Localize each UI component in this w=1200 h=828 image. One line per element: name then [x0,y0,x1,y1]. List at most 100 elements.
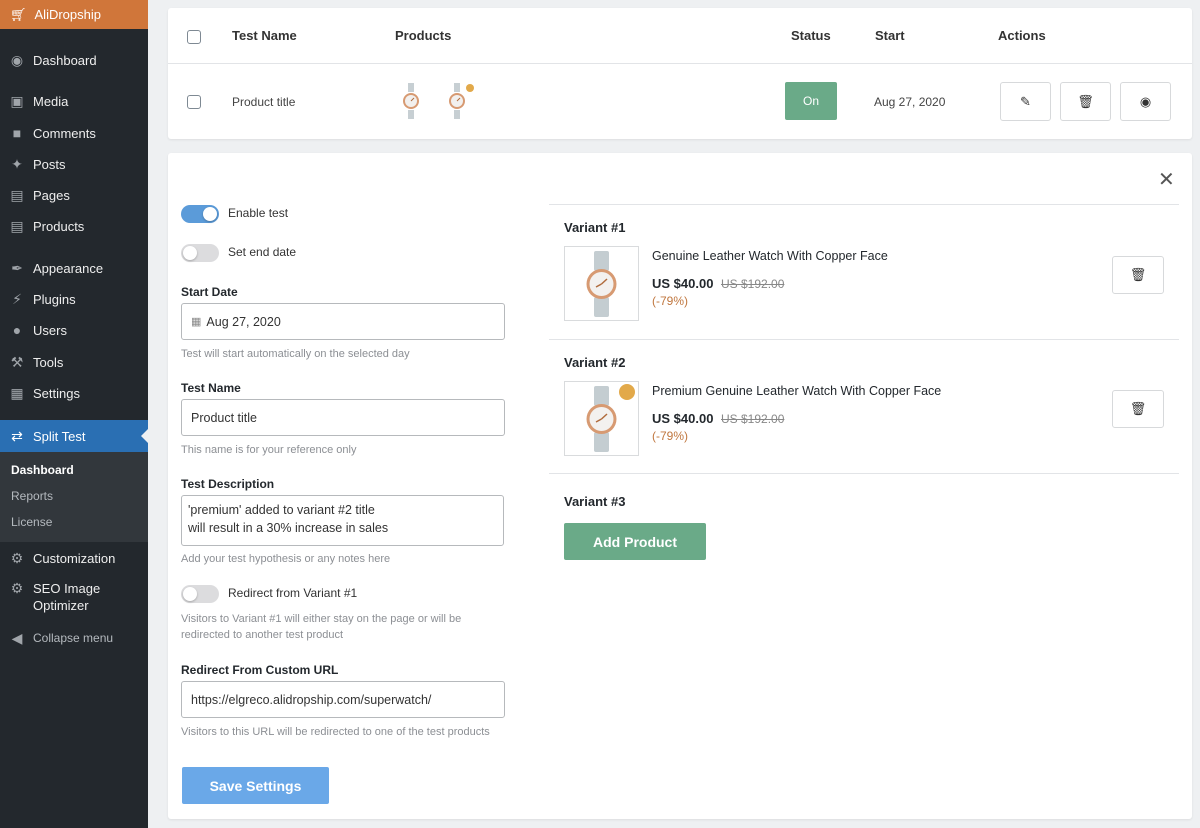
sidebar-item-label: SEO Image Optimizer [33,581,101,613]
preview-button[interactable]: ◉ [1120,82,1171,121]
test-description-textarea[interactable]: 'premium' added to variant #2 title will… [181,495,504,546]
product-thumb-1 [403,83,419,119]
toggle-knob [183,587,197,601]
sidebar-item-label: Pages [33,187,70,203]
variant-discount: (-79%) [652,294,689,308]
product-thumb-2 [449,83,474,119]
delete-variant-button[interactable]: 🗑︎ [1112,256,1164,294]
sidebar-item-label: Split Test [33,428,86,444]
sidebar-item-split-test[interactable]: ⇄ Split Test [0,420,148,452]
sidebar-item-plugins[interactable]: ⚡︎ Plugins [0,286,148,312]
sidebar-item-appearance[interactable]: ✒ Appearance [0,255,148,281]
sidebar-item-tools[interactable]: ⚒︎ Tools [0,349,148,375]
test-name-input[interactable]: Product title [181,399,505,436]
status-on-button[interactable]: On [785,82,837,120]
brush-icon: ✒ [11,259,23,276]
col-header-test-name[interactable]: Test Name [232,28,297,43]
sidebar-item-products[interactable]: ▤ Products [0,213,148,239]
sidebar-item-label: Posts [33,156,66,172]
variant-old-price: US $192.00 [721,412,785,426]
enable-test-label: Enable test [228,206,289,220]
variant-thumbnail [564,246,639,321]
col-header-products: Products [395,28,452,43]
custom-url-label: Redirect From Custom URL [181,663,339,677]
col-header-start[interactable]: Start [875,28,905,43]
sidebar-item-label: Tools [33,354,64,370]
variant-label: Variant #1 [564,220,626,235]
collapse-icon: ◀︎ [11,629,23,646]
delete-variant-button[interactable]: 🗑︎ [1112,390,1164,428]
split-test-submenu: Dashboard Reports License [0,452,148,542]
cart-icon: 🛒︎ [10,6,27,22]
redirect-variant-help: Visitors to Variant #1 will either stay … [181,613,462,641]
col-header-status[interactable]: Status [791,28,831,43]
variant-label: Variant #2 [564,355,626,370]
sidebar-item-pages[interactable]: ▤ Pages [0,182,148,208]
sidebar-collapse-menu[interactable]: ◀︎ Collapse menu [0,625,148,651]
variant-divider [549,473,1179,474]
variant-product-name: Premium Genuine Leather Watch With Coppe… [652,384,942,398]
trash-icon: 🗑︎ [1129,267,1147,282]
start-date-label: Start Date [181,285,238,299]
submenu-dashboard[interactable]: Dashboard [11,463,74,477]
pages-icon: ▤ [10,186,24,203]
plug-icon: ⚡︎ [12,290,22,307]
edit-button[interactable]: ✎ [1000,82,1051,121]
sidebar-item-customization[interactable]: ⚙︎ Customization [0,545,148,571]
custom-url-help: Visitors to this URL will be redirected … [181,726,490,738]
pencil-icon: ✎ [1020,93,1031,109]
sidebar-item-label: Dashboard [33,52,97,68]
col-header-actions: Actions [998,28,1046,43]
sidebar-item-dashboard[interactable]: ◉ Dashboard [0,47,148,73]
toggle-knob [203,207,217,221]
comments-icon: ■ [12,125,22,141]
trash-icon: 🗑︎ [1129,401,1147,416]
custom-url-input[interactable]: https://elgreco.alidropship.com/superwat… [181,681,505,718]
trash-icon: 🗑︎ [1077,93,1094,109]
submenu-license[interactable]: License [11,515,52,529]
test-name-help: This name is for your reference only [181,444,357,456]
sidebar-item-settings[interactable]: ▦ Settings [0,380,148,406]
sidebar-item-label: Appearance [33,260,104,276]
add-product-button[interactable]: Add Product [564,523,706,560]
sidebar-item-label: Settings [33,385,80,401]
sidebar-item-users[interactable]: ● Users [0,317,148,343]
row-test-name: Product title [232,95,296,109]
sidebar-item-label: Customization [33,550,116,566]
enable-test-toggle[interactable] [181,205,219,223]
cart-icon: ▤ [10,217,24,234]
test-description-label: Test Description [181,477,275,491]
sidebar-item-label: Media [33,93,69,109]
watch-image [586,251,617,317]
variant-old-price: US $192.00 [721,277,785,291]
toggle-knob [183,246,197,260]
submenu-reports[interactable]: Reports [11,489,53,503]
shuffle-icon: ⇄ [11,427,23,444]
redirect-variant-label: Redirect from Variant #1 [228,586,358,600]
user-icon: ● [12,322,22,338]
start-date-input[interactable]: ▦ Aug 27, 2020 [181,303,505,340]
variant-divider [549,339,1179,340]
gear-icon: ⚙︎ [10,580,24,596]
calendar-icon: ▦ [191,316,202,328]
variant-price: US $40.00 [652,276,714,291]
split-tests-table: Test Name Products Status Start Actions … [168,8,1192,139]
admin-sidebar: 🛒︎ AliDropship ◉ Dashboard ▣ Media ■ Com… [0,0,148,828]
delete-button[interactable]: 🗑︎ [1060,82,1111,121]
row-checkbox[interactable] [187,95,201,109]
variant-divider [549,204,1179,205]
save-settings-button[interactable]: Save Settings [182,767,329,804]
variant-discount: (-79%) [652,429,689,443]
redirect-variant-toggle[interactable] [181,585,219,603]
close-icon[interactable]: ✕ [1158,167,1175,192]
sidebar-brand-label: AliDropship [34,7,101,22]
sidebar-item-posts[interactable]: ✦ Posts [0,151,148,177]
eye-icon: ◉ [1139,93,1152,109]
sidebar-brand[interactable]: 🛒︎ AliDropship [0,0,148,29]
gear-icon: ⚙︎ [10,549,24,566]
select-all-checkbox[interactable] [187,30,201,44]
sidebar-item-seo-image-optimizer[interactable]: ⚙︎ SEO Image Optimizer [0,580,148,616]
sidebar-item-media[interactable]: ▣ Media [0,88,148,114]
set-end-date-toggle[interactable] [181,244,219,262]
sidebar-item-comments[interactable]: ■ Comments [0,120,148,146]
